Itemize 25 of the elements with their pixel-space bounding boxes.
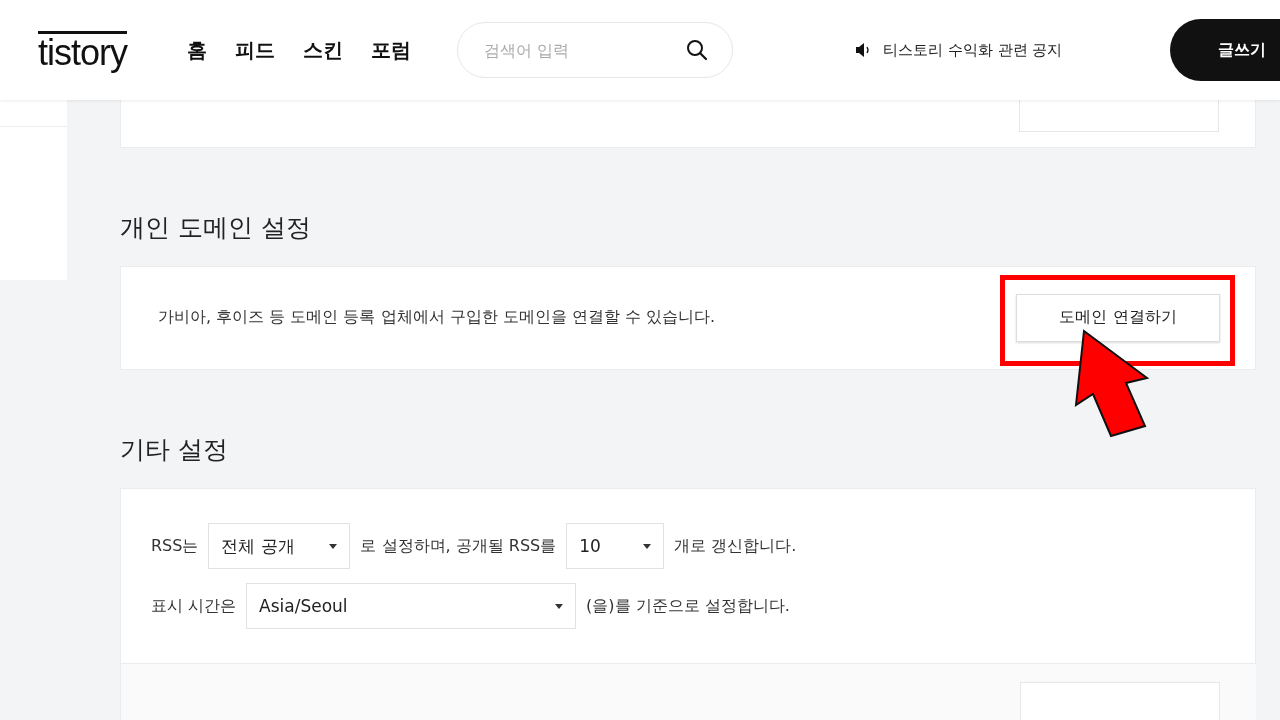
caret-icon [329, 543, 338, 549]
nav-link[interactable]: 포럼 [371, 36, 411, 64]
setting-label: 로 설정하며, 공개될 RSS를 [360, 535, 557, 557]
setting-label: RSS는 [151, 535, 199, 557]
caret-icon [643, 543, 652, 549]
timezone-dropdown[interactable]: Asia/Seoul [246, 583, 577, 630]
speaker-icon [855, 42, 871, 58]
save-button[interactable] [1019, 100, 1219, 132]
count-dropdown[interactable]: 10 [566, 523, 665, 570]
nav-link[interactable]: 홈 [187, 36, 207, 64]
domain-description: 가비아, 후이즈 등 도메인 등록 업체에서 구입한 도메인을 연결할 수 있습니다. [158, 307, 717, 329]
setting-label: 개로 갱신합니다. [674, 535, 797, 557]
nav-link[interactable]: 스킨 [303, 36, 343, 64]
setting-label: 표시 시간은 [151, 595, 237, 617]
setting-label: (을)를 기준으로 설정합니다. [586, 595, 790, 617]
search-field[interactable]: 검색어 입력 [457, 22, 733, 78]
caret-icon [555, 603, 564, 609]
notice-link[interactable]: 티스토리 수익화 관련 공지 [883, 40, 1063, 60]
visibility-dropdown[interactable]: 전체 공개 [208, 523, 351, 570]
search-icon[interactable] [685, 38, 709, 62]
write-button[interactable]: 글쓰기 [1170, 19, 1280, 81]
section-title: 개인 도메인 설정 [120, 211, 312, 244]
connect-domain-button[interactable]: 도메인 연결하기 [1016, 293, 1220, 342]
section-title: 기타 설정 [120, 434, 229, 467]
nav-link[interactable]: 피드 [235, 36, 275, 64]
